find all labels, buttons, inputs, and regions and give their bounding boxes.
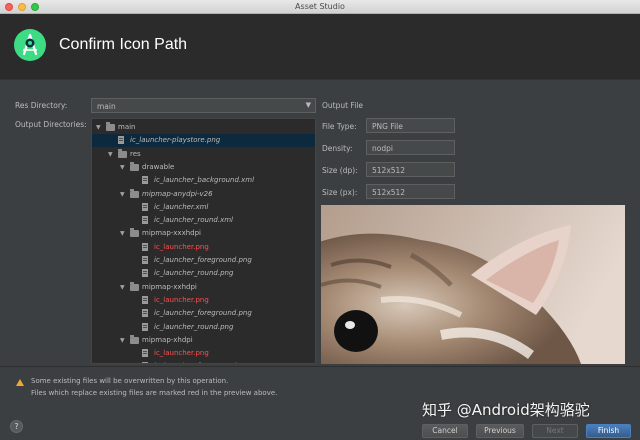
tree-item-label: ic_launcher.xml [154, 202, 209, 211]
tree-file-row[interactable]: ic_launcher_foreground.png [92, 254, 315, 267]
density-label: Density: [322, 144, 353, 153]
next-button[interactable]: Next [532, 424, 578, 438]
output-file-section-label: Output File [322, 101, 363, 110]
file-icon [142, 309, 148, 318]
tree-file-row[interactable]: ic_launcher.xml [92, 201, 315, 214]
folder-icon [130, 281, 139, 291]
chevron-down-icon[interactable]: ▼ [120, 161, 125, 174]
res-directory-label: Res Directory: [15, 101, 68, 110]
file-icon [142, 362, 148, 363]
file-icon [142, 242, 148, 251]
dialog-header: Confirm Icon Path [0, 14, 640, 80]
page-title: Confirm Icon Path [59, 36, 188, 53]
output-directories-tree[interactable]: ▼ main ic_launcher-playstore.png ▼ res ▼ drawa… [91, 118, 316, 364]
file-icon [118, 136, 124, 145]
tree-item-label: ic_launcher_background.xml [154, 176, 255, 185]
tree-folder-row[interactable]: ▼ mipmap-xxhdpi [92, 281, 315, 294]
tree-folder-row[interactable]: ▼ mipmap-anydpi-v26 [92, 188, 315, 201]
tree-item-label: ic_launcher.png [154, 349, 209, 358]
chevron-down-icon[interactable]: ▼ [120, 227, 125, 240]
tree-folder-row[interactable]: ▼ mipmap-xhdpi [92, 334, 315, 347]
size-dp-field: 512x512 [366, 162, 455, 177]
file-icon [142, 269, 148, 278]
previous-button[interactable]: Previous [476, 424, 524, 438]
folder-icon [118, 148, 127, 158]
tree-file-row[interactable]: ic_launcher.png [92, 241, 315, 254]
file-icon [142, 349, 148, 358]
density-field: nodpi [366, 140, 455, 155]
tree-file-row[interactable]: ic_launcher_background.xml [92, 174, 315, 187]
tree-file-row[interactable]: ic_launcher-playstore.png [92, 134, 315, 148]
output-directories-label: Output Directories: [15, 120, 87, 129]
tree-file-row[interactable]: ic_launcher.png [92, 294, 315, 307]
tree-item-label: ic_launcher_foreground.png [154, 256, 252, 264]
tree-file-row[interactable]: ic_launcher_foreground.png [92, 307, 315, 320]
size-px-field: 512x512 [366, 184, 455, 199]
file-type-field: PNG File [366, 118, 455, 133]
file-icon [142, 322, 148, 331]
res-directory-value: main [97, 102, 116, 111]
chevron-down-icon: ▼ [305, 101, 311, 109]
tree-folder-row[interactable]: ▼ mipmap-xxxhdpi [92, 227, 315, 240]
cancel-button[interactable]: Cancel [422, 424, 468, 438]
folder-icon [106, 122, 115, 131]
tree-item-label: ic_launcher_round.png [154, 322, 234, 331]
res-directory-select[interactable]: main ▼ [91, 98, 316, 113]
help-button[interactable]: ? [10, 420, 23, 433]
tree-item-label: mipmap-xhdpi [142, 335, 193, 344]
tree-item-label: ic_launcher.png [154, 242, 209, 251]
size-dp-label: Size (dp): [322, 166, 358, 175]
tree-item-label: drawable [142, 162, 175, 171]
tree-item-label: ic_launcher_round.xml [154, 216, 233, 225]
warning-line-1: Some existing files will be overwritten … [31, 377, 229, 385]
tree-file-row[interactable]: ic_launcher_round.xml [92, 214, 315, 227]
finish-button[interactable]: Finish [586, 424, 631, 438]
tree-item-label: res [130, 149, 141, 158]
tree-item-label: main [118, 123, 136, 131]
warning-icon [16, 379, 24, 386]
tree-item-label: mipmap-xxhdpi [142, 282, 197, 291]
tree-item-label: ic_launcher-playstore.png [130, 136, 221, 145]
folder-icon [130, 334, 139, 344]
tree-item-label: ic_launcher_round.png [154, 269, 234, 278]
tree-item-label: ic_launcher_foreground.png [154, 360, 252, 363]
window-title: Asset Studio [295, 2, 345, 11]
file-icon [142, 256, 148, 264]
folder-icon [130, 161, 139, 171]
watermark-text: 知乎 @Android架构骆驼 [422, 401, 590, 419]
warning-line-2: Files which replace existing files are m… [31, 389, 278, 397]
chevron-down-icon[interactable]: ▼ [96, 121, 101, 134]
tree-item-label: mipmap-xxxhdpi [142, 229, 201, 238]
chevron-down-icon[interactable]: ▼ [120, 334, 125, 347]
tree-folder-row[interactable]: ▼ res [92, 148, 315, 161]
tree-folder-row[interactable]: ▼ drawable [92, 161, 315, 174]
icon-preview-image [321, 205, 625, 364]
file-type-label: File Type: [322, 122, 357, 131]
file-icon [142, 202, 148, 211]
android-studio-logo-icon [14, 29, 46, 61]
folder-icon [130, 188, 139, 198]
tree-item-label: mipmap-anydpi-v26 [142, 189, 213, 198]
tree-file-row[interactable]: ic_launcher_round.png [92, 321, 315, 334]
tree-item-label: ic_launcher.png [154, 295, 209, 304]
file-icon [142, 216, 148, 225]
file-icon [142, 176, 148, 185]
size-px-label: Size (px): [322, 188, 358, 197]
tree-file-row[interactable]: ic_launcher_round.png [92, 267, 315, 280]
tree-item-label: ic_launcher_foreground.png [154, 309, 252, 318]
folder-icon [130, 228, 139, 238]
tree-folder-row[interactable]: ▼ main [92, 121, 315, 134]
chevron-down-icon[interactable]: ▼ [108, 148, 113, 161]
chevron-down-icon[interactable]: ▼ [120, 188, 125, 201]
file-icon [142, 295, 148, 304]
window-titlebar: Asset Studio [0, 0, 640, 14]
chevron-down-icon[interactable]: ▼ [120, 281, 125, 294]
tree-file-row[interactable]: ic_launcher.png [92, 347, 315, 360]
tree-file-row[interactable]: ic_launcher_foreground.png [92, 360, 315, 363]
